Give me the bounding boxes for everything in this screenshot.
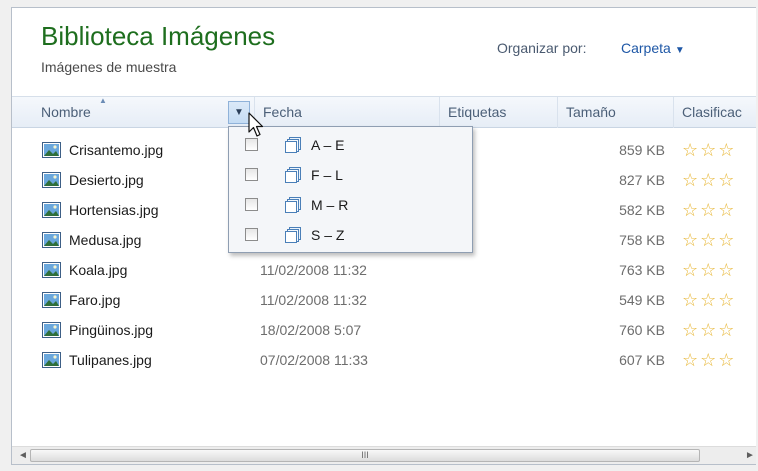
image-file-icon <box>42 322 61 338</box>
filter-option-label: S – Z <box>311 227 345 243</box>
arrange-by-dropdown[interactable]: Carpeta ▼ <box>621 40 685 56</box>
file-date: 11/02/2008 11:32 <box>260 292 367 308</box>
column-header-date[interactable]: Fecha <box>255 97 440 128</box>
file-name: Faro.jpg <box>69 292 121 308</box>
file-size: 760 KB <box>619 322 665 338</box>
rating-stars[interactable]: ☆☆☆ <box>682 170 736 191</box>
caret-down-icon: ▼ <box>674 45 685 56</box>
library-subtitle: Imágenes de muestra <box>41 59 177 75</box>
column-header-tags[interactable]: Etiquetas <box>440 97 558 128</box>
filter-checkbox[interactable] <box>245 168 258 181</box>
filter-option[interactable]: M – R <box>229 191 472 221</box>
file-name: Hortensias.jpg <box>69 202 159 218</box>
rating-stars[interactable]: ☆☆☆ <box>682 320 736 341</box>
stacked-pages-icon <box>284 196 302 214</box>
filter-checkbox[interactable] <box>245 138 258 151</box>
image-file-icon <box>42 262 61 278</box>
stacked-pages-icon <box>284 136 302 154</box>
scroll-left-icon[interactable]: ◄ <box>18 450 28 461</box>
sort-ascending-icon: ▲ <box>99 96 107 105</box>
file-name: Medusa.jpg <box>69 232 142 248</box>
rating-stars[interactable]: ☆☆☆ <box>682 350 736 371</box>
image-file-icon <box>42 292 61 308</box>
column-header-bar: ▲ Nombre ▼ Fecha Etiquetas Tamaño Clasif… <box>12 96 756 128</box>
arrange-by-label: Organizar por: <box>497 40 587 56</box>
table-row[interactable]: Faro.jpg 11/02/2008 11:32 549 KB ☆☆☆ <box>12 286 756 316</box>
filter-option-label: M – R <box>311 197 349 213</box>
image-file-icon <box>42 142 61 158</box>
column-filter-button[interactable]: ▼ <box>228 101 250 124</box>
file-name: Tulipanes.jpg <box>69 352 152 368</box>
filter-dropdown: A – E F – L M – R S – Z <box>228 126 473 253</box>
table-row[interactable]: Pingüinos.jpg 18/02/2008 5:07 760 KB ☆☆☆ <box>12 316 756 346</box>
scrollbar-thumb[interactable]: III <box>30 449 700 462</box>
rating-stars[interactable]: ☆☆☆ <box>682 290 736 311</box>
filter-checkbox[interactable] <box>245 228 258 241</box>
arrange-by-value: Carpeta <box>621 40 671 56</box>
file-size: 758 KB <box>619 232 665 248</box>
file-size: 549 KB <box>619 292 665 308</box>
image-file-icon <box>42 232 61 248</box>
rating-stars[interactable]: ☆☆☆ <box>682 260 736 281</box>
image-file-icon <box>42 352 61 368</box>
filter-option-label: A – E <box>311 137 345 153</box>
dropdown-arrow-icon: ▼ <box>234 107 244 118</box>
rating-stars[interactable]: ☆☆☆ <box>682 230 736 251</box>
table-row[interactable]: Tulipanes.jpg 07/02/2008 11:33 607 KB ☆☆☆ <box>12 346 756 376</box>
column-header-size[interactable]: Tamaño <box>558 97 674 128</box>
filter-option[interactable]: F – L <box>229 161 472 191</box>
stacked-pages-icon <box>284 166 302 184</box>
column-header-rating[interactable]: Clasificac <box>674 97 756 128</box>
horizontal-scrollbar[interactable]: ◄ III ► <box>12 446 756 464</box>
file-size: 859 KB <box>619 142 665 158</box>
file-name: Koala.jpg <box>69 262 128 278</box>
column-header-name-label: Nombre <box>41 104 91 120</box>
file-size: 582 KB <box>619 202 665 218</box>
filter-option-label: F – L <box>311 167 343 183</box>
mouse-pointer-icon <box>248 112 264 137</box>
stacked-pages-icon <box>284 226 302 244</box>
file-date: 18/02/2008 5:07 <box>260 322 362 338</box>
image-file-icon <box>42 202 61 218</box>
file-date: 11/02/2008 11:32 <box>260 262 367 278</box>
file-size: 827 KB <box>619 172 665 188</box>
filter-checkbox[interactable] <box>245 198 258 211</box>
file-name: Desierto.jpg <box>69 172 144 188</box>
scrollbar-grip: III <box>361 450 369 460</box>
file-date: 07/02/2008 11:33 <box>260 352 368 368</box>
table-row[interactable]: Koala.jpg 11/02/2008 11:32 763 KB ☆☆☆ <box>12 256 756 286</box>
rating-stars[interactable]: ☆☆☆ <box>682 140 736 161</box>
file-name: Pingüinos.jpg <box>69 322 154 338</box>
library-header: Biblioteca Imágenes Imágenes de muestra … <box>12 8 756 96</box>
file-size: 607 KB <box>619 352 665 368</box>
explorer-window: Biblioteca Imágenes Imágenes de muestra … <box>11 7 756 465</box>
filter-option[interactable]: S – Z <box>229 221 472 251</box>
rating-stars[interactable]: ☆☆☆ <box>682 200 736 221</box>
column-header-name[interactable]: ▲ Nombre <box>12 96 255 128</box>
scroll-right-icon[interactable]: ► <box>745 450 755 461</box>
file-name: Crisantemo.jpg <box>69 142 164 158</box>
file-size: 763 KB <box>619 262 665 278</box>
image-file-icon <box>42 172 61 188</box>
library-title: Biblioteca Imágenes <box>41 21 276 51</box>
